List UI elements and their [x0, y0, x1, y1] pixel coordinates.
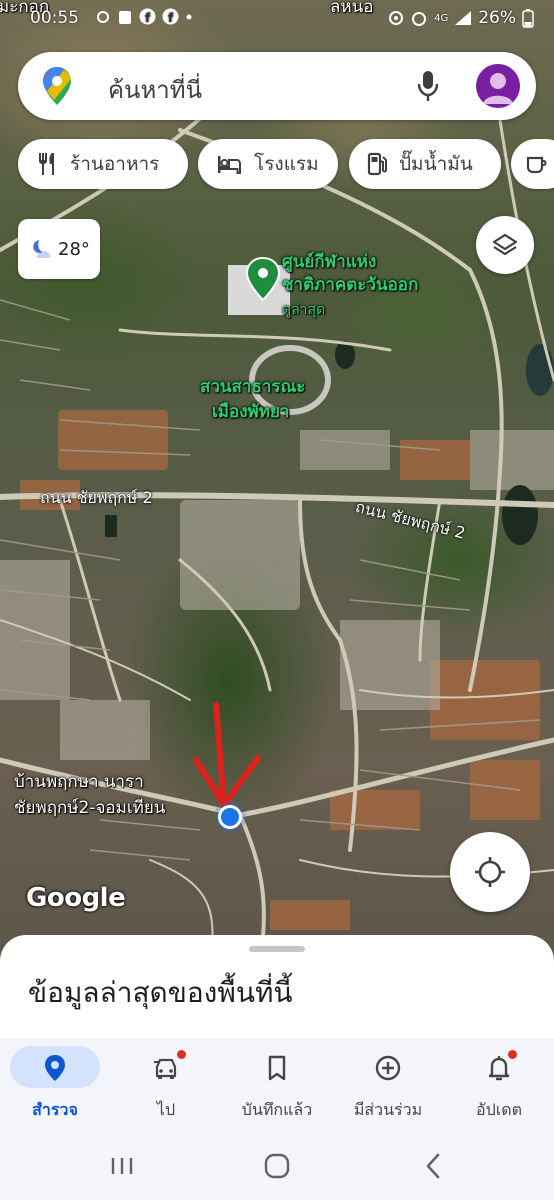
signal-icon — [455, 11, 472, 25]
alarm-icon — [412, 12, 427, 26]
system-navigation-bar — [0, 1132, 554, 1200]
map-layers-button[interactable] — [476, 216, 534, 274]
chip-label: โรงแรม — [254, 153, 319, 175]
network-type: 4G — [434, 12, 449, 24]
battery-icon — [522, 9, 534, 28]
nav-label: บันทึกแล้ว — [241, 1100, 313, 1119]
google-watermark: Google — [26, 883, 126, 913]
nav-label: สำรวจ — [32, 1100, 78, 1119]
explore-pin-icon — [45, 1055, 65, 1081]
recent-apps-icon[interactable] — [108, 1150, 136, 1182]
nav-explore[interactable]: สำรวจ — [0, 1038, 110, 1132]
bottom-sheet[interactable]: ข้อมูลล่าสุดของพื้นที่นี้ — [0, 935, 554, 1050]
partly-cloudy-night-icon — [33, 240, 51, 258]
bookmark-icon — [268, 1055, 286, 1081]
hotel-icon — [218, 156, 241, 174]
microphone-icon[interactable] — [416, 69, 440, 103]
home-icon[interactable] — [262, 1150, 292, 1182]
nav-label: อัปเดต — [475, 1100, 522, 1119]
bottom-navigation: สำรวจ ไป บันทึกแล้ว มีส่วนร่วม อัปเดต — [0, 1038, 554, 1132]
chip-coffee[interactable] — [511, 139, 554, 189]
park-label-line2[interactable]: เมืองพัทยา — [212, 402, 289, 423]
back-icon[interactable] — [422, 1150, 444, 1182]
location-dot — [221, 808, 239, 826]
road-label-left: ถนน ชัยพฤกษ์ 2 — [40, 488, 153, 507]
chip-hotels[interactable]: โรงแรม — [198, 139, 338, 189]
more-dot-icon — [186, 14, 192, 20]
restaurant-icon — [39, 153, 54, 175]
nav-contribute[interactable]: มีส่วนร่วม — [333, 1038, 443, 1132]
landmark-label-line1[interactable]: ศูนย์กีฬาแห่ง — [282, 252, 376, 273]
sheet-drag-handle[interactable] — [249, 946, 305, 952]
landmark-sublabel[interactable]: ดูล่าสุด — [282, 300, 325, 321]
landmark-label-line2[interactable]: ชาติภาคตะวันออก — [282, 275, 418, 296]
notification-badge — [508, 1050, 517, 1059]
flower-icon — [97, 11, 109, 23]
svg-text:f: f — [145, 11, 151, 25]
nav-label: มีส่วนร่วม — [353, 1100, 423, 1119]
area-label-line1[interactable]: บ้านพฤกษา นารา — [14, 771, 144, 793]
my-location-button[interactable] — [450, 832, 530, 912]
sheet-title: ข้อมูลล่าสุดของพื้นที่นี้ — [28, 976, 293, 1009]
status-bar: 00:55 f f 4G 26% — [0, 8, 554, 34]
chip-label: ร้านอาหาร — [70, 153, 160, 175]
person-icon — [483, 73, 513, 104]
chip-gas-stations[interactable]: ปั๊มน้ำมัน — [349, 139, 501, 189]
notification-badge — [177, 1050, 186, 1059]
nav-go[interactable]: ไป — [111, 1038, 221, 1132]
facebook-icon: f — [162, 8, 179, 25]
svg-text:f: f — [168, 11, 174, 25]
search-input[interactable]: ค้นหาที่นี่ — [108, 70, 202, 109]
battery-percent: 26% — [478, 8, 516, 28]
crosshair-icon — [475, 857, 505, 887]
notification-icons: f f — [95, 8, 193, 26]
shop-icon — [119, 11, 131, 24]
chip-restaurants[interactable]: ร้านอาหาร — [18, 139, 188, 189]
add-circle-icon — [375, 1055, 401, 1081]
area-label-line2[interactable]: ชัยพฤกษ์2-จอมเทียน — [14, 797, 165, 819]
nav-updates[interactable]: อัปเดต — [444, 1038, 554, 1132]
status-right: 4G 26% — [388, 8, 534, 28]
chip-label: ปั๊มน้ำมัน — [399, 153, 473, 175]
gas-station-icon — [367, 152, 387, 176]
temperature: 28° — [58, 238, 90, 260]
park-label-line1[interactable]: สวนสาธารณะ — [200, 377, 305, 398]
nav-label: ไป — [156, 1100, 176, 1119]
weather-badge[interactable]: 28° — [18, 219, 100, 279]
red-annotation-arrow — [193, 702, 261, 811]
google-maps-app: มะกอก ลหนอ ศูนย์กีฬาแห่ง ชาติภาคตะวันออก… — [0, 0, 554, 1200]
facebook-icon: f — [139, 8, 156, 25]
account-avatar[interactable] — [476, 64, 520, 108]
nav-saved[interactable]: บันทึกแล้ว — [222, 1038, 332, 1132]
search-bar[interactable]: ค้นหาที่นี่ — [18, 52, 536, 120]
car-icon — [154, 1058, 177, 1079]
status-time: 00:55 — [30, 8, 79, 28]
location-status-icon — [389, 11, 404, 25]
google-maps-logo-icon — [43, 67, 71, 105]
layers-icon — [492, 233, 518, 256]
coffee-icon — [526, 156, 547, 174]
